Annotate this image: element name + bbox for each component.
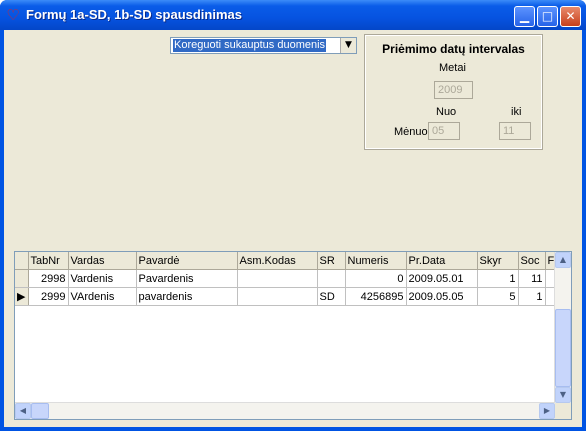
table-cell[interactable]: pavardenis <box>136 287 238 306</box>
grid-table: TabNr Vardas Pavardė Asm.Kodas SR Numeri… <box>15 252 558 306</box>
table-cell[interactable]: VArdenis <box>68 287 137 306</box>
column-header[interactable]: Soc <box>518 252 546 270</box>
vertical-scroll-thumb[interactable] <box>555 309 571 387</box>
column-header[interactable]: SR <box>317 252 346 270</box>
row-indicator[interactable]: ▶ <box>15 287 29 306</box>
column-header[interactable]: Pavardė <box>136 252 238 270</box>
menuo-from-field[interactable]: 05 <box>428 122 460 140</box>
scroll-up-icon[interactable]: ▲ <box>555 252 571 268</box>
app-window: ♡ Formų 1a-SD, 1b-SD spausdinimas ▁ □ ✕ … <box>0 0 586 431</box>
table-cell[interactable]: Pavardenis <box>136 269 238 288</box>
grid-header-row: TabNr Vardas Pavardė Asm.Kodas SR Numeri… <box>15 252 558 270</box>
scroll-right-icon[interactable]: ▶ <box>539 403 555 419</box>
vertical-scrollbar[interactable]: ▲ ▼ <box>554 252 571 403</box>
table-row[interactable]: 2998 Vardenis Pavardenis 0 2009.05.01 1 … <box>15 269 558 288</box>
date-interval-panel: Priėmimo datų intervalas Metai 2009 Nuo … <box>364 34 543 150</box>
row-indicator[interactable] <box>15 269 29 288</box>
column-header[interactable]: Numeris <box>345 252 407 270</box>
window-title: Formų 1a-SD, 1b-SD spausdinimas <box>26 7 242 22</box>
client-area: Koreguoti sukauptus duomenis ▼ Priėmimo … <box>4 30 582 427</box>
table-cell[interactable] <box>237 269 318 288</box>
mode-dropdown-value: Koreguoti sukauptus duomenis <box>173 39 327 52</box>
table-cell[interactable] <box>237 287 318 306</box>
mode-dropdown[interactable]: Koreguoti sukauptus duomenis ▼ <box>170 37 357 54</box>
app-icon[interactable]: ♡ <box>5 7 21 23</box>
column-header[interactable]: Pr.Data <box>406 252 478 270</box>
table-cell[interactable]: SD <box>317 287 346 306</box>
table-cell[interactable]: 2998 <box>28 269 69 288</box>
table-cell[interactable]: 1 <box>518 287 546 306</box>
title-bar[interactable]: ♡ Formų 1a-SD, 1b-SD spausdinimas ▁ □ ✕ <box>0 0 586 30</box>
table-cell[interactable]: Vardenis <box>68 269 137 288</box>
table-cell[interactable]: 2999 <box>28 287 69 306</box>
table-cell[interactable]: 2009.05.01 <box>406 269 478 288</box>
table-cell[interactable]: 1 <box>477 269 519 288</box>
table-cell[interactable]: 11 <box>518 269 546 288</box>
table-row[interactable]: ▶ 2999 VArdenis pavardenis SD 4256895 20… <box>15 287 558 306</box>
metai-field[interactable]: 2009 <box>434 81 473 99</box>
column-header[interactable]: Vardas <box>68 252 137 270</box>
close-button[interactable]: ✕ <box>560 6 581 27</box>
data-grid[interactable]: TabNr Vardas Pavardė Asm.Kodas SR Numeri… <box>14 251 572 420</box>
menuo-to-field[interactable]: 11 <box>499 122 531 140</box>
table-cell[interactable]: 4256895 <box>345 287 407 306</box>
iki-label: iki <box>511 106 522 118</box>
metai-label: Metai <box>439 62 466 74</box>
minimize-button[interactable]: ▁ <box>514 6 535 27</box>
column-header[interactable]: TabNr <box>28 252 69 270</box>
column-header[interactable]: Asm.Kodas <box>237 252 318 270</box>
chevron-down-icon[interactable]: ▼ <box>340 38 356 53</box>
horizontal-scrollbar[interactable]: ◀ ▶ <box>15 402 555 419</box>
header-indicator <box>15 252 29 270</box>
table-cell[interactable]: 5 <box>477 287 519 306</box>
scroll-left-icon[interactable]: ◀ <box>15 403 31 419</box>
nuo-label: Nuo <box>436 106 457 118</box>
horizontal-scroll-thumb[interactable] <box>31 403 49 419</box>
panel-title: Priėmimo datų intervalas <box>382 42 525 56</box>
maximize-button[interactable]: □ <box>537 6 558 27</box>
table-cell[interactable] <box>317 269 346 288</box>
menuo-label: Mėnuo <box>394 126 428 138</box>
scroll-corner <box>555 403 571 419</box>
scroll-down-icon[interactable]: ▼ <box>555 387 571 403</box>
table-cell[interactable]: 0 <box>345 269 407 288</box>
table-cell[interactable]: 2009.05.05 <box>406 287 478 306</box>
column-header[interactable]: Skyr <box>477 252 519 270</box>
